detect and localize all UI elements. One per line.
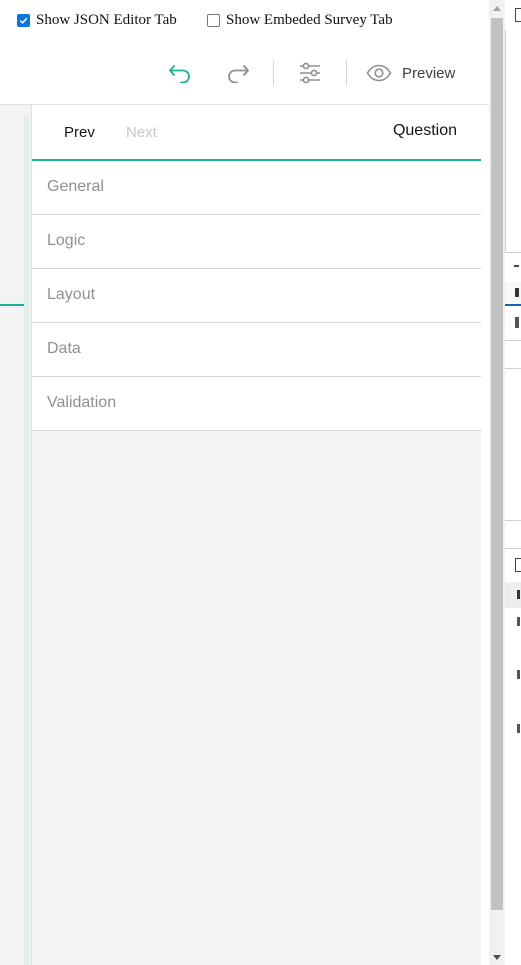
category-logic[interactable]: Logic bbox=[32, 215, 481, 269]
property-grid: Prev Next Question General Logic Layout … bbox=[31, 105, 481, 965]
question-focus-line bbox=[0, 304, 24, 306]
category-label: General bbox=[47, 178, 104, 195]
property-grid-title[interactable]: Question bbox=[393, 122, 457, 140]
clipped-checkbox[interactable] bbox=[515, 8, 521, 22]
embedded-survey-label: Show Embeded Survey Tab bbox=[226, 12, 393, 28]
show-json-editor-option[interactable]: Show JSON Editor Tab bbox=[17, 12, 177, 29]
panel-divider bbox=[505, 520, 521, 521]
preview-label: Preview bbox=[402, 64, 456, 82]
panel-divider bbox=[505, 340, 521, 341]
category-general[interactable]: General bbox=[32, 161, 481, 215]
scroll-down-arrow[interactable] bbox=[493, 955, 501, 960]
property-grid-header: Prev Next Question bbox=[32, 105, 481, 161]
designer-canvas bbox=[0, 105, 31, 965]
options-bar: Show JSON Editor Tab Show Embeded Survey… bbox=[0, 0, 489, 42]
designer-toolbar: Preview bbox=[0, 42, 489, 105]
adjacent-panel bbox=[505, 0, 521, 965]
clipped-glyph bbox=[515, 317, 519, 328]
category-data[interactable]: Data bbox=[32, 323, 481, 377]
clipped-glyph bbox=[517, 617, 520, 626]
clipped-checkbox[interactable] bbox=[515, 558, 521, 572]
toolbar-divider bbox=[273, 60, 274, 86]
redo-button[interactable] bbox=[220, 56, 254, 90]
clipped-glyph bbox=[517, 590, 520, 599]
scroll-thumb[interactable] bbox=[491, 18, 503, 910]
next-button[interactable]: Next bbox=[126, 124, 157, 141]
undo-icon bbox=[169, 65, 190, 83]
toolbar-divider bbox=[346, 60, 347, 86]
category-label: Validation bbox=[47, 394, 117, 411]
settings-button[interactable] bbox=[293, 56, 327, 90]
panel-divider bbox=[505, 30, 506, 252]
category-label: Layout bbox=[47, 286, 96, 303]
preview-button[interactable]: Preview bbox=[366, 56, 455, 90]
eye-icon bbox=[366, 64, 392, 82]
json-editor-label: Show JSON Editor Tab bbox=[36, 12, 177, 28]
clipped-glyph bbox=[517, 670, 520, 679]
category-label: Logic bbox=[47, 232, 86, 249]
show-embedded-survey-option[interactable]: Show Embeded Survey Tab bbox=[207, 12, 393, 29]
scroll-up-arrow[interactable] bbox=[493, 6, 501, 11]
category-layout[interactable]: Layout bbox=[32, 269, 481, 323]
category-validation[interactable]: Validation bbox=[32, 377, 481, 431]
page-selection-stripe bbox=[24, 117, 29, 965]
panel-divider bbox=[505, 252, 521, 253]
clipped-glyph bbox=[515, 288, 519, 297]
undo-button[interactable] bbox=[164, 56, 198, 90]
clipped-glyph bbox=[514, 265, 519, 267]
vertical-scrollbar[interactable] bbox=[489, 0, 505, 965]
redo-icon bbox=[228, 65, 249, 83]
embedded-survey-checkbox[interactable] bbox=[207, 14, 220, 27]
clipped-glyph bbox=[517, 724, 520, 733]
json-editor-checkbox[interactable] bbox=[17, 14, 30, 27]
category-label: Data bbox=[47, 340, 81, 357]
panel-divider bbox=[505, 548, 521, 549]
prev-button[interactable]: Prev bbox=[64, 124, 95, 141]
panel-divider bbox=[505, 368, 521, 369]
settings-sliders-icon bbox=[300, 62, 320, 84]
